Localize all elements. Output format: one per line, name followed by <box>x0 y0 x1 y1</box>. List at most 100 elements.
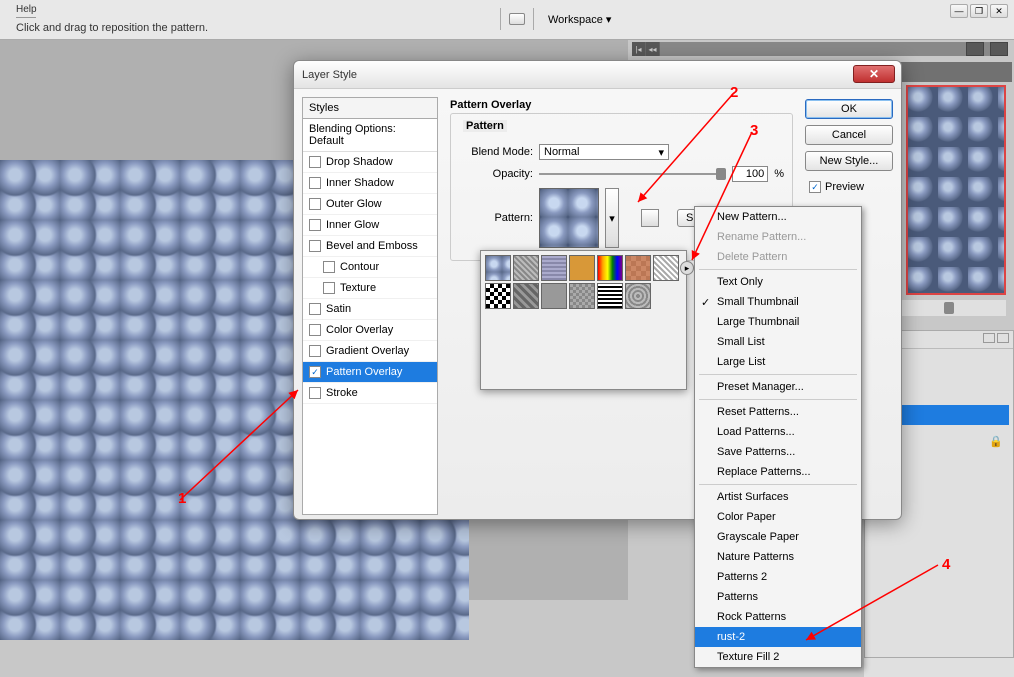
panel-close-icon[interactable] <box>997 333 1009 343</box>
navigator-zoom-thumb[interactable] <box>944 302 954 314</box>
pattern-thumb[interactable] <box>485 283 511 309</box>
style-label: Outer Glow <box>326 198 382 210</box>
nav-prev-icon[interactable]: ◂◂ <box>646 42 660 56</box>
blend-mode-label: Blend Mode: <box>459 146 533 158</box>
checkbox[interactable] <box>323 261 335 273</box>
menu-item-rust-2[interactable]: rust-2 <box>695 627 861 647</box>
preview-checkbox[interactable] <box>809 181 821 193</box>
menu-item-save-patterns-[interactable]: Save Patterns... <box>695 442 861 462</box>
menu-item-rename-pattern-: Rename Pattern... <box>695 227 861 247</box>
minimize-icon[interactable]: — <box>950 4 968 18</box>
close-icon[interactable]: ✕ <box>990 4 1008 18</box>
pattern-thumb[interactable] <box>625 255 651 281</box>
menu-item-rock-patterns[interactable]: Rock Patterns <box>695 607 861 627</box>
checkbox[interactable] <box>323 282 335 294</box>
pattern-thumb[interactable] <box>513 255 539 281</box>
ok-button[interactable]: OK <box>805 99 893 119</box>
panel-icon[interactable] <box>966 42 984 56</box>
checkbox[interactable] <box>309 303 321 315</box>
percent-label: % <box>774 168 784 180</box>
menu-item-large-list[interactable]: Large List <box>695 352 861 372</box>
pattern-dropdown-icon[interactable]: ▾ <box>605 188 619 248</box>
new-preset-icon[interactable] <box>641 209 659 227</box>
checkbox[interactable] <box>309 366 321 378</box>
style-item-contour[interactable]: Contour <box>303 257 437 278</box>
annotation-3: 3 <box>750 122 758 139</box>
pattern-swatch[interactable] <box>539 188 599 248</box>
lock-icon[interactable] <box>509 13 525 25</box>
flyout-icon[interactable]: ▸ <box>680 261 694 275</box>
menu-item-new-pattern-[interactable]: New Pattern... <box>695 207 861 227</box>
menu-item-texture-fill-2[interactable]: Texture Fill 2 <box>695 647 861 667</box>
annotation-2: 2 <box>730 84 738 101</box>
style-item-gradient-overlay[interactable]: Gradient Overlay <box>303 341 437 362</box>
style-item-stroke[interactable]: Stroke <box>303 383 437 404</box>
opacity-input[interactable]: 100 <box>732 166 768 182</box>
pattern-thumb[interactable] <box>541 255 567 281</box>
dialog-titlebar[interactable]: Layer Style ✕ <box>294 61 901 89</box>
pattern-thumb[interactable] <box>653 255 679 281</box>
style-item-inner-glow[interactable]: Inner Glow <box>303 215 437 236</box>
style-item-texture[interactable]: Texture <box>303 278 437 299</box>
pattern-thumb[interactable] <box>625 283 651 309</box>
checkbox[interactable] <box>309 324 321 336</box>
checkbox[interactable] <box>309 198 321 210</box>
menu-item-color-paper[interactable]: Color Paper <box>695 507 861 527</box>
panel-icon[interactable] <box>990 42 1008 56</box>
style-item-outer-glow[interactable]: Outer Glow <box>303 194 437 215</box>
style-label: Drop Shadow <box>326 156 393 168</box>
checkbox[interactable] <box>309 387 321 399</box>
style-label: Contour <box>340 261 379 273</box>
checkbox[interactable] <box>309 345 321 357</box>
menu-item-text-only[interactable]: Text Only <box>695 272 861 292</box>
menu-item-patterns-2[interactable]: Patterns 2 <box>695 567 861 587</box>
menu-item-replace-patterns-[interactable]: Replace Patterns... <box>695 462 861 482</box>
help-label: Help <box>16 4 36 18</box>
style-item-satin[interactable]: Satin <box>303 299 437 320</box>
opacity-thumb[interactable] <box>716 168 726 180</box>
close-icon[interactable]: ✕ <box>853 65 895 83</box>
menu-item-grayscale-paper[interactable]: Grayscale Paper <box>695 527 861 547</box>
pattern-thumb[interactable] <box>597 255 623 281</box>
menu-item-artist-surfaces[interactable]: Artist Surfaces <box>695 487 861 507</box>
pattern-thumb[interactable] <box>569 255 595 281</box>
pattern-thumb[interactable] <box>597 283 623 309</box>
cancel-button[interactable]: Cancel <box>805 125 893 145</box>
pattern-thumb[interactable] <box>513 283 539 309</box>
menu-item-load-patterns-[interactable]: Load Patterns... <box>695 422 861 442</box>
menu-item-nature-patterns[interactable]: Nature Patterns <box>695 547 861 567</box>
checkbox[interactable] <box>309 219 321 231</box>
styles-header[interactable]: Styles <box>302 97 438 119</box>
new-style-button[interactable]: New Style... <box>805 151 893 171</box>
annotation-4: 4 <box>942 556 950 573</box>
opacity-slider[interactable] <box>539 173 726 175</box>
panel-minimize-icon[interactable] <box>983 333 995 343</box>
checkbox[interactable] <box>309 240 321 252</box>
annotation-1: 1 <box>178 490 186 507</box>
pattern-thumb[interactable] <box>569 283 595 309</box>
navigator-thumbnail[interactable] <box>906 85 1006 295</box>
style-item-drop-shadow[interactable]: Drop Shadow <box>303 152 437 173</box>
preview-label: Preview <box>825 181 864 193</box>
menu-item-small-list[interactable]: Small List <box>695 332 861 352</box>
checkbox[interactable] <box>309 177 321 189</box>
style-item-bevel-and-emboss[interactable]: Bevel and Emboss <box>303 236 437 257</box>
checkbox[interactable] <box>309 156 321 168</box>
separator <box>699 399 857 400</box>
style-item-inner-shadow[interactable]: Inner Shadow <box>303 173 437 194</box>
menu-item-large-thumbnail[interactable]: Large Thumbnail <box>695 312 861 332</box>
blending-options[interactable]: Blending Options: Default <box>303 119 437 152</box>
menu-item-small-thumbnail[interactable]: Small Thumbnail <box>695 292 861 312</box>
menu-item-patterns[interactable]: Patterns <box>695 587 861 607</box>
lock-icon[interactable]: 🔒 <box>989 435 1003 448</box>
pattern-thumb[interactable] <box>541 283 567 309</box>
menu-item-reset-patterns-[interactable]: Reset Patterns... <box>695 402 861 422</box>
menu-item-preset-manager-[interactable]: Preset Manager... <box>695 377 861 397</box>
nav-first-icon[interactable]: |◂ <box>632 42 646 56</box>
restore-icon[interactable]: ❐ <box>970 4 988 18</box>
pattern-thumb[interactable] <box>485 255 511 281</box>
style-item-pattern-overlay[interactable]: Pattern Overlay <box>303 362 437 383</box>
workspace-dropdown[interactable]: Workspace ▾ <box>542 11 617 28</box>
style-item-color-overlay[interactable]: Color Overlay <box>303 320 437 341</box>
blend-mode-select[interactable]: Normal <box>539 144 669 160</box>
